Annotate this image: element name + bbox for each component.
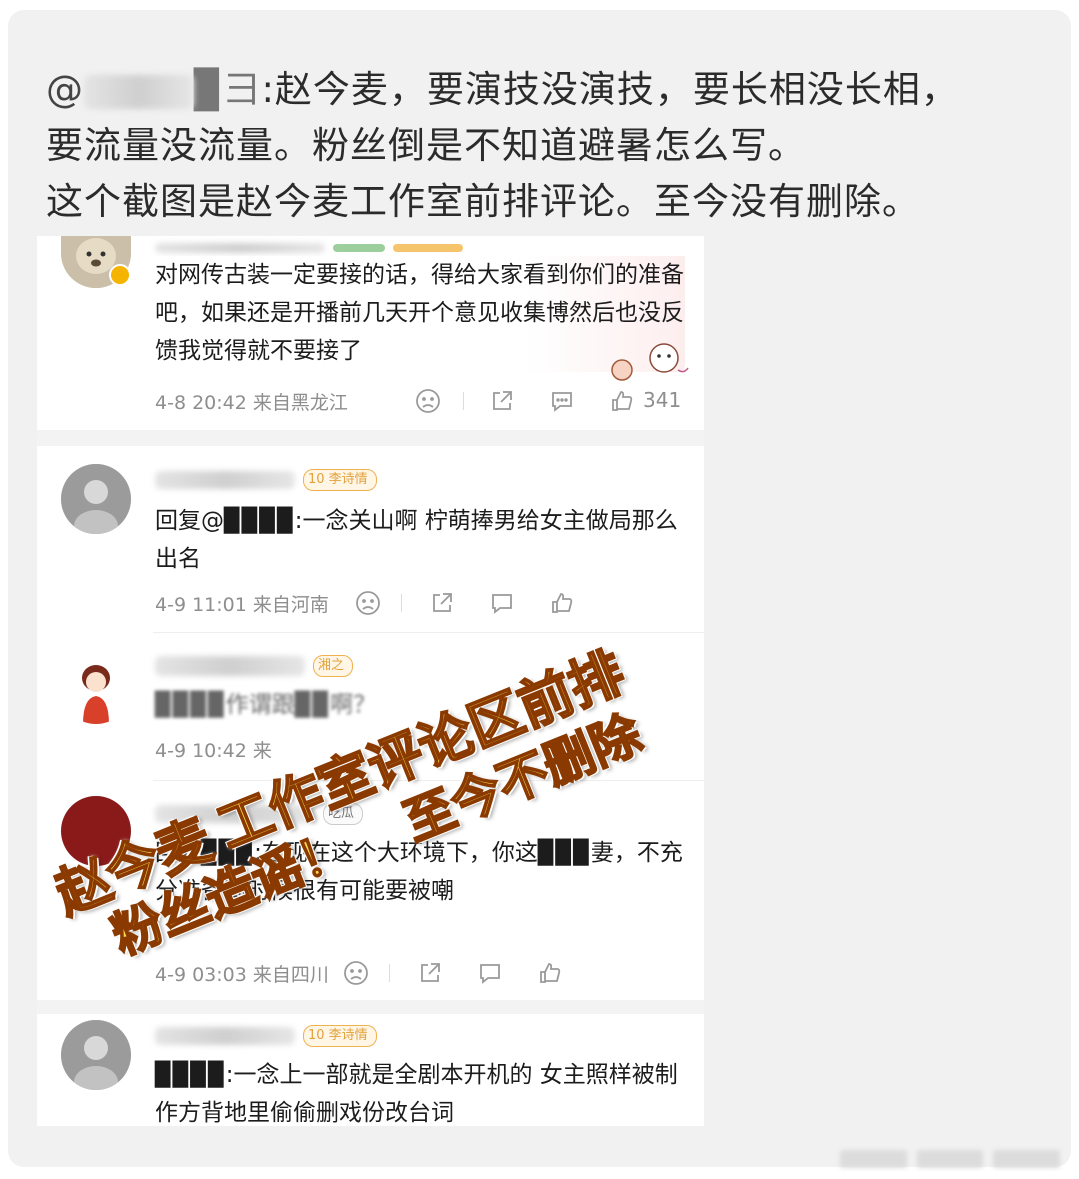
blurred-footer-block [993, 1150, 1061, 1168]
fan-badge: 10 李诗情 [303, 469, 377, 491]
mention-visible-part: ▉彐 [194, 68, 262, 111]
blurred-footer [840, 1150, 1061, 1168]
blurred-username [155, 656, 305, 676]
avatar[interactable] [61, 1020, 131, 1090]
blurred-username [155, 243, 325, 253]
photo-avatar-icon [61, 464, 131, 534]
commenter-name-row: 吃瓜 [155, 802, 364, 826]
fan-badge: 吃瓜 [323, 803, 364, 825]
fan-badge: 10 李诗情 [303, 1025, 377, 1047]
commenter-name-row: 10 李诗情 [155, 1024, 377, 1048]
avatar[interactable] [61, 654, 131, 724]
section-divider [37, 1000, 704, 1014]
avatar[interactable] [61, 796, 131, 866]
mention-at: @ [46, 68, 84, 111]
blurred-username [84, 74, 194, 109]
blurred-username [155, 805, 315, 823]
section-divider [37, 430, 704, 446]
commenter-name-row: 10 李诗情 [155, 468, 377, 492]
action-divider [401, 594, 402, 612]
like-thumb-icon[interactable] [549, 590, 575, 616]
post-line-3: 这个截图是赵今麦工作室前排评论。至今没有删除。 [46, 180, 920, 223]
avatar[interactable] [61, 464, 131, 534]
share-icon[interactable] [489, 388, 515, 414]
comment-icon[interactable] [477, 960, 503, 986]
comment-divider [153, 780, 704, 781]
like-thumb-icon[interactable] [609, 388, 635, 414]
comment-icon[interactable] [549, 388, 575, 414]
girl-cartoon-avatar-icon [61, 654, 131, 724]
verified-badge-icon [109, 264, 131, 286]
action-divider [463, 392, 464, 410]
blurred-footer-block [840, 1150, 907, 1168]
level-badge [333, 244, 385, 252]
action-divider [389, 964, 390, 982]
share-icon[interactable] [429, 590, 455, 616]
like-thumb-icon[interactable] [537, 960, 563, 986]
post-line-1: @ ▉彐:赵今麦，要演技没演技，要长相没长相， [46, 62, 1056, 118]
sad-face-icon[interactable] [355, 590, 381, 616]
cartoon-sticker-icon [602, 336, 692, 382]
post-line-1-text: :赵今麦，要演技没演技，要长相没长相， [261, 68, 959, 111]
comment-meta: 4-9 03:03 来自四川 [155, 958, 685, 988]
comment-text: 回复@▉▉▉▉:一念关山啊 柠萌捧男给女主做局那么出名 [155, 508, 678, 572]
fan-badge [393, 244, 463, 252]
blurred-username [155, 471, 295, 489]
comment-divider [153, 632, 704, 633]
post-body: @ ▉彐:赵今麦，要演技没演技，要长相没长相， 要流量没流量。粉丝倒是不知道避暑怎… [46, 62, 1056, 230]
comment-date-location: 4-9 10:42 来 [155, 739, 272, 762]
post-line-2: 要流量没流量。粉丝倒是不知道避暑怎么写。 [46, 124, 806, 167]
comment-meta: 4-9 11:01 来自河南 [155, 588, 685, 618]
blurred-username [155, 1027, 295, 1045]
fan-badge: 湘之 [313, 655, 354, 677]
like-count: 341 [643, 388, 682, 412]
comment-date-location: 4-8 20:42 来自黑龙江 [155, 391, 348, 414]
comment-text: 回复▉▉▉:在现在这个大环境下，你这▉▉▉妻，不充分准备到时候很有可能要被嘲 [155, 840, 683, 904]
comment-icon[interactable] [489, 590, 515, 616]
comment-text: ▉▉▉▉作谓跟▉▉啊？ [155, 692, 377, 718]
mention-link[interactable]: @ ▉彐 [46, 68, 261, 111]
photo-avatar-icon [61, 1020, 131, 1090]
comment-meta: 4-9 10:42 来 [155, 734, 685, 764]
share-icon[interactable] [417, 960, 443, 986]
comment-meta: 4-8 20:42 来自黑龙江 341 [155, 386, 685, 416]
blurred-footer-block [916, 1150, 984, 1168]
commenter-name-row: 湘之 [155, 654, 354, 678]
sad-face-icon[interactable] [415, 388, 441, 414]
sad-face-icon[interactable] [343, 960, 369, 986]
comment-screenshot: 对网传古装一定要接的话，得给大家看到你们的准备吧，如果还是开播前几天开个意见收集… [37, 236, 704, 1126]
comment-text: ▉▉▉▉:一念上一部就是全剧本开机的 女主照样被制作方背地里偷偷删戏份改台词 [155, 1062, 678, 1126]
